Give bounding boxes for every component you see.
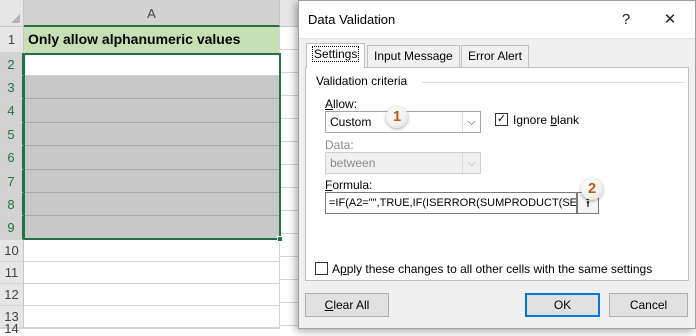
dialog-title: Data Validation — [308, 12, 396, 27]
row-header-11[interactable]: 11 — [0, 262, 24, 284]
clear-all-button[interactable]: Clear All — [305, 293, 389, 317]
tab-error-alert[interactable]: Error Alert — [461, 45, 530, 67]
formula-input[interactable]: =IF(A2="",TRUE,IF(ISERROR(SUMPRODUCT(SEA… — [325, 192, 577, 214]
data-label: Data: — [325, 138, 354, 152]
grid-column-b — [280, 27, 300, 329]
row-header-7[interactable]: 7 — [0, 170, 24, 193]
cell-a13[interactable] — [24, 306, 280, 328]
column-header-a[interactable]: A — [24, 0, 280, 27]
cell-a4[interactable] — [24, 99, 280, 123]
annotation-badge-2: 2 — [581, 178, 603, 200]
annotation-badge-1: 1 — [386, 106, 408, 128]
tab-input-message[interactable]: Input Message — [367, 45, 460, 67]
select-all-corner[interactable] — [0, 0, 24, 27]
row-header-5[interactable]: 5 — [0, 123, 24, 146]
chevron-down-icon: ⌵ — [462, 153, 480, 173]
data-select-value: between — [330, 156, 376, 170]
allow-label: Allow: — [325, 97, 358, 111]
group-label-validation-criteria: Validation criteria — [316, 74, 408, 88]
row-header-12[interactable]: 12 — [0, 284, 24, 306]
ok-button[interactable]: OK — [525, 293, 600, 317]
cancel-button[interactable]: Cancel — [609, 293, 688, 317]
data-validation-dialog: Data Validation ? ✕ Settings Input Messa… — [298, 0, 696, 329]
apply-all-checkbox[interactable] — [315, 262, 328, 275]
fill-handle[interactable] — [277, 236, 283, 242]
dialog-titlebar[interactable]: Data Validation ? ✕ — [299, 1, 695, 39]
row-header-9[interactable]: 9 — [0, 216, 24, 240]
cell-a5[interactable] — [24, 123, 280, 146]
row-header-4[interactable]: 4 — [0, 99, 24, 123]
close-icon[interactable]: ✕ — [659, 10, 681, 30]
data-select: between ⌵ — [325, 152, 481, 174]
cell-a10[interactable] — [24, 240, 280, 262]
cell-a8[interactable] — [24, 193, 280, 216]
group-divider — [422, 82, 684, 83]
row-header-6[interactable]: 6 — [0, 146, 24, 170]
row-header-2[interactable]: 2 — [0, 53, 24, 76]
cell-a6[interactable] — [24, 146, 280, 170]
row-header-1[interactable]: 1 — [0, 27, 24, 53]
cell-a1[interactable]: Only allow alphanumeric values — [24, 27, 280, 53]
apply-all-label[interactable]: Apply these changes to all other cells w… — [332, 262, 652, 276]
row-header-3[interactable]: 3 — [0, 76, 24, 99]
allow-select-value: Custom — [330, 115, 372, 129]
help-icon[interactable]: ? — [615, 10, 637, 30]
cell-a3[interactable] — [24, 76, 280, 99]
cell-a2-active[interactable] — [24, 53, 280, 76]
row-header-8[interactable]: 8 — [0, 193, 24, 216]
ignore-blank-checkbox[interactable]: ✓ — [495, 113, 508, 126]
chevron-down-icon[interactable]: ⌵ — [462, 112, 480, 132]
cell-a9[interactable] — [24, 216, 280, 240]
cell-a12[interactable] — [24, 284, 280, 306]
cell-a11[interactable] — [24, 262, 280, 284]
formula-label: Formula: — [325, 178, 373, 192]
settings-panel: Validation criteria Allow: Custom ⌵ ✓ Ig… — [305, 67, 689, 281]
row-header-10[interactable]: 10 — [0, 240, 24, 262]
cell-a7[interactable] — [24, 170, 280, 193]
ignore-blank-label[interactable]: Ignore blank — [513, 113, 579, 127]
tab-settings[interactable]: Settings — [306, 43, 366, 68]
